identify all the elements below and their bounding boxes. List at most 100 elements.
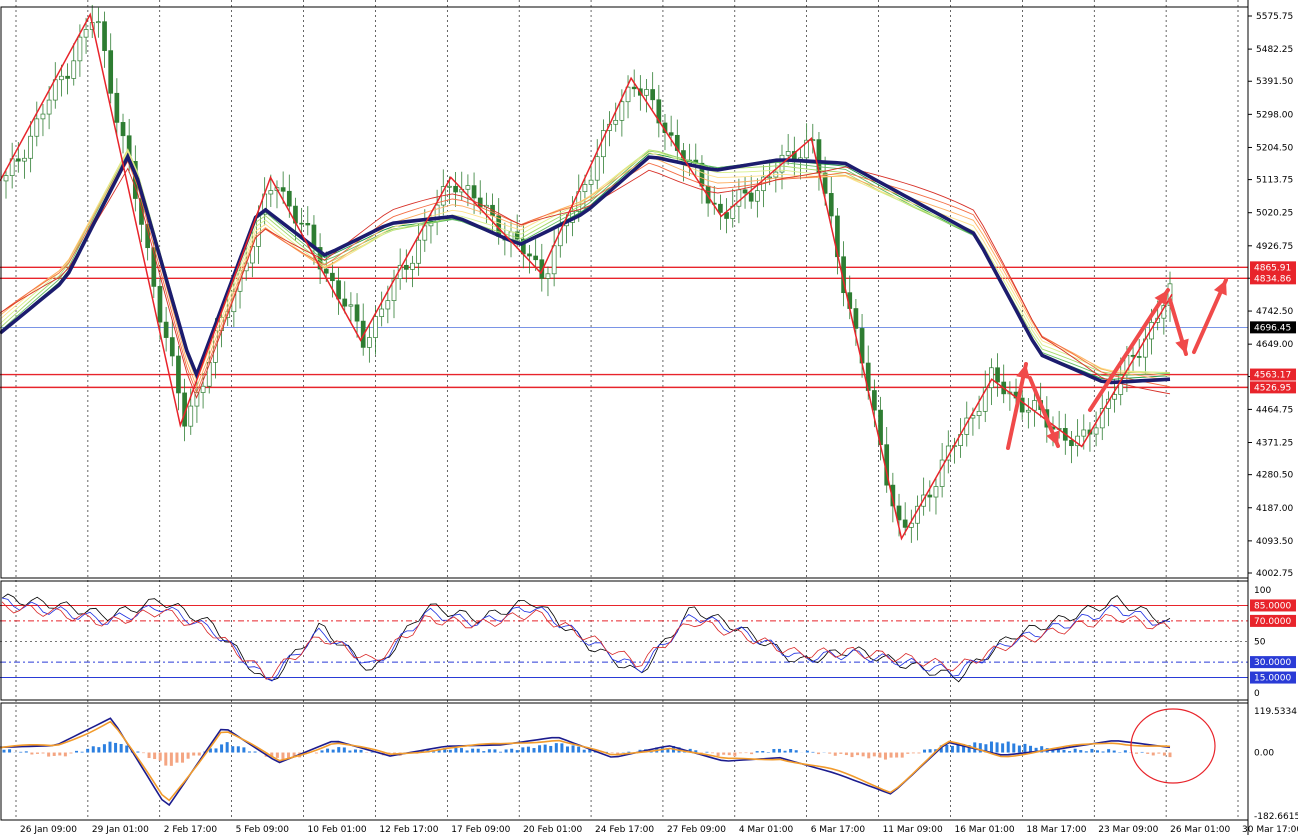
macd-histogram-bar <box>153 753 156 760</box>
x-tick-label: 11 Mar 09:00 <box>883 825 943 835</box>
candle-body <box>934 487 938 497</box>
candle-body <box>829 193 833 216</box>
macd-histogram-bar <box>97 747 100 752</box>
osc-level-tag-label: 30.0000 <box>1254 658 1291 668</box>
macd-histogram-bar <box>175 753 178 763</box>
candle-body <box>84 29 88 37</box>
x-tick-label: 17 Feb 09:00 <box>451 825 510 835</box>
candle-body <box>330 273 334 280</box>
macd-histogram-bar <box>917 753 920 754</box>
osc-level-tag-label: 85.0000 <box>1254 601 1291 611</box>
x-tick-label: 20 Feb 01:00 <box>523 825 582 835</box>
y-tick-label: 5391.50 <box>1256 77 1293 87</box>
candle-body <box>737 190 741 206</box>
macd-histogram-bar <box>806 751 809 753</box>
candle-body <box>306 223 310 225</box>
macd-histogram-bar <box>81 752 84 753</box>
oscillator-line <box>2 598 1170 681</box>
macd-histogram-bar <box>1157 753 1160 754</box>
macd-histogram-bar <box>215 748 218 752</box>
macd-histogram-bar <box>1096 750 1099 752</box>
x-tick-label: 26 Mar 01:00 <box>1170 825 1230 835</box>
candle-body <box>786 151 790 155</box>
candle-body <box>1137 356 1141 357</box>
x-tick-label: 23 Mar 09:00 <box>1098 825 1158 835</box>
candle-body <box>35 119 39 136</box>
chart-canvas[interactable]: 26 Jan 09:0029 Jan 01:002 Feb 17:005 Feb… <box>0 0 1298 835</box>
macd-histogram-bar <box>1163 753 1166 756</box>
candle-body <box>552 246 556 274</box>
macd-tick-label: 119.5334 <box>1254 707 1297 717</box>
candle-body <box>645 89 649 95</box>
candle-body <box>343 299 347 306</box>
macd-histogram-bar <box>326 749 329 753</box>
macd-histogram-bar <box>728 753 731 756</box>
panel-frame-1 <box>1 581 1248 700</box>
macd-histogram-bar <box>64 753 67 757</box>
candle-body <box>349 305 353 306</box>
macd-histogram-bar <box>242 747 245 752</box>
price-tag: 4834.86 <box>1250 272 1296 284</box>
macd-histogram-bar <box>817 753 820 755</box>
macd-histogram-bar <box>343 747 346 752</box>
osc-tick-label: 50 <box>1254 638 1266 648</box>
candle-body <box>546 274 550 279</box>
macd-histogram-bar <box>1146 753 1149 754</box>
oscillator-line <box>2 594 1170 682</box>
candle-body <box>47 100 51 114</box>
macd-histogram-bar <box>544 745 547 753</box>
macd-histogram-bar <box>990 742 993 753</box>
osc-level-tag: 70.0000 <box>1250 615 1296 627</box>
macd-histogram-bar <box>460 748 463 752</box>
macd-histogram-bar <box>1068 751 1071 752</box>
macd-histogram-bar <box>1107 749 1110 752</box>
macd-histogram-bar <box>745 753 748 754</box>
price-tag-label: 4834.86 <box>1254 274 1291 284</box>
macd-histogram-bar <box>30 753 33 755</box>
macd-histogram-bar <box>120 744 123 753</box>
macd-histogram-bar <box>86 749 89 753</box>
macd-histogram-bar <box>276 753 279 758</box>
candle-body <box>374 317 378 338</box>
macd-histogram-bar <box>1124 750 1127 752</box>
candle-body <box>66 76 70 78</box>
macd-histogram-bar <box>851 753 854 758</box>
osc-level-tag: 15.0000 <box>1250 672 1296 684</box>
macd-histogram-bar <box>254 752 257 753</box>
candle-body <box>355 305 359 321</box>
macd-histogram-bar <box>75 751 78 753</box>
y-tick-label: 4187.00 <box>1256 504 1293 514</box>
y-tick-label: 4002.75 <box>1256 569 1293 579</box>
macd-histogram-bar <box>1023 744 1026 753</box>
osc-level-tag: 30.0000 <box>1250 656 1296 668</box>
candle-body <box>620 102 624 121</box>
candle-body <box>903 520 907 527</box>
osc-level-tag-label: 70.0000 <box>1254 617 1291 627</box>
macd-histogram-bar <box>47 753 50 757</box>
macd-histogram-bar <box>1007 742 1010 753</box>
macd-histogram-bar <box>996 742 999 752</box>
macd-histogram-bar <box>315 753 318 754</box>
macd-histogram-bar <box>36 753 39 754</box>
macd-histogram-bar <box>951 746 954 753</box>
macd-histogram-bar <box>772 749 775 753</box>
macd-histogram-bar <box>449 750 452 753</box>
macd-histogram-bar <box>499 752 502 753</box>
candle-body <box>78 37 82 61</box>
macd-histogram-bar <box>198 753 201 756</box>
macd-histogram-bar <box>220 744 223 752</box>
macd-histogram-bar <box>878 753 881 758</box>
macd-histogram-bar <box>187 753 190 759</box>
macd-histogram-bar <box>906 753 909 754</box>
price-tag: 4696.45 <box>1250 321 1296 333</box>
candle-body <box>164 322 168 337</box>
macd-histogram-bar <box>466 750 469 752</box>
candle-body <box>367 338 371 348</box>
candle-body <box>22 158 26 161</box>
macd-histogram-bar <box>321 750 324 752</box>
macd-histogram-bar <box>867 753 870 759</box>
x-tick-label: 27 Feb 09:00 <box>667 825 726 835</box>
macd-histogram-bar <box>181 753 184 763</box>
y-tick-label: 4280.50 <box>1256 471 1293 481</box>
macd-histogram-bar <box>778 749 781 753</box>
